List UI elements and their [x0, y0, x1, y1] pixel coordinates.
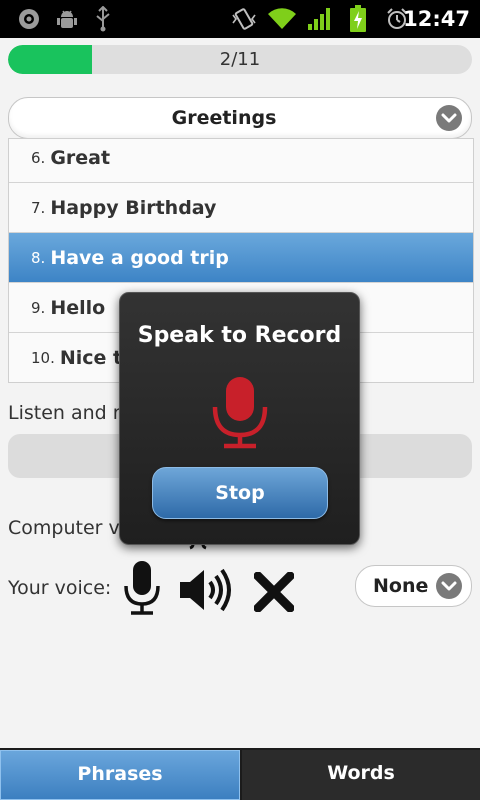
list-item[interactable]: 7. Happy Birthday — [9, 183, 473, 233]
status-bar: 12:47 — [0, 0, 480, 38]
voice-select[interactable]: None — [355, 565, 472, 607]
phrase-text: Hello — [50, 296, 106, 319]
speaker-icon[interactable] — [178, 566, 234, 614]
bottom-tab-bar: Phrases Words — [0, 748, 480, 800]
phrase-number: 7. — [31, 198, 46, 217]
record-dialog: Speak to Record Stop — [119, 292, 360, 545]
phrase-text: Have a good trip — [50, 246, 229, 269]
signal-icon — [306, 0, 334, 38]
tab-phrases[interactable]: Phrases — [0, 750, 240, 800]
progress-count: 2/11 — [219, 49, 261, 70]
chevron-down-icon — [436, 105, 462, 131]
stop-button[interactable]: Stop — [152, 467, 328, 519]
listen-label: Listen and re — [8, 402, 132, 424]
dialog-title: Speak to Record — [137, 323, 342, 348]
disc-icon — [16, 0, 42, 38]
phrase-number: 6. — [31, 148, 46, 167]
category-label: Greetings — [171, 107, 277, 129]
tab-words[interactable]: Words — [242, 750, 480, 800]
delete-icon[interactable] — [252, 570, 296, 614]
list-item[interactable]: 6. Great — [9, 139, 473, 183]
phrase-number: 9. — [31, 298, 46, 317]
chevron-down-icon — [436, 573, 462, 599]
battery-charging-icon — [346, 0, 370, 38]
vibrate-icon — [230, 0, 258, 38]
category-dropdown[interactable]: Greetings — [8, 97, 472, 139]
phrase-text: Happy Birthday — [50, 196, 217, 219]
voice-select-value: None — [373, 575, 429, 597]
phrase-number: 8. — [31, 248, 46, 267]
progress-bar: 2/11 — [8, 45, 472, 74]
wifi-icon — [266, 0, 298, 38]
microphone-icon[interactable] — [120, 560, 164, 616]
computer-voice-label: Computer vo — [8, 517, 132, 539]
usb-icon — [92, 0, 114, 38]
clock-time: 12:47 — [403, 7, 470, 31]
recording-microphone-icon — [210, 375, 270, 451]
your-voice-label: Your voice: — [8, 577, 112, 599]
phrase-text: Great — [50, 146, 111, 169]
list-item[interactable]: 8. Have a good trip — [9, 233, 473, 283]
phrase-number: 10. — [31, 348, 55, 367]
android-debug-icon — [54, 0, 80, 38]
